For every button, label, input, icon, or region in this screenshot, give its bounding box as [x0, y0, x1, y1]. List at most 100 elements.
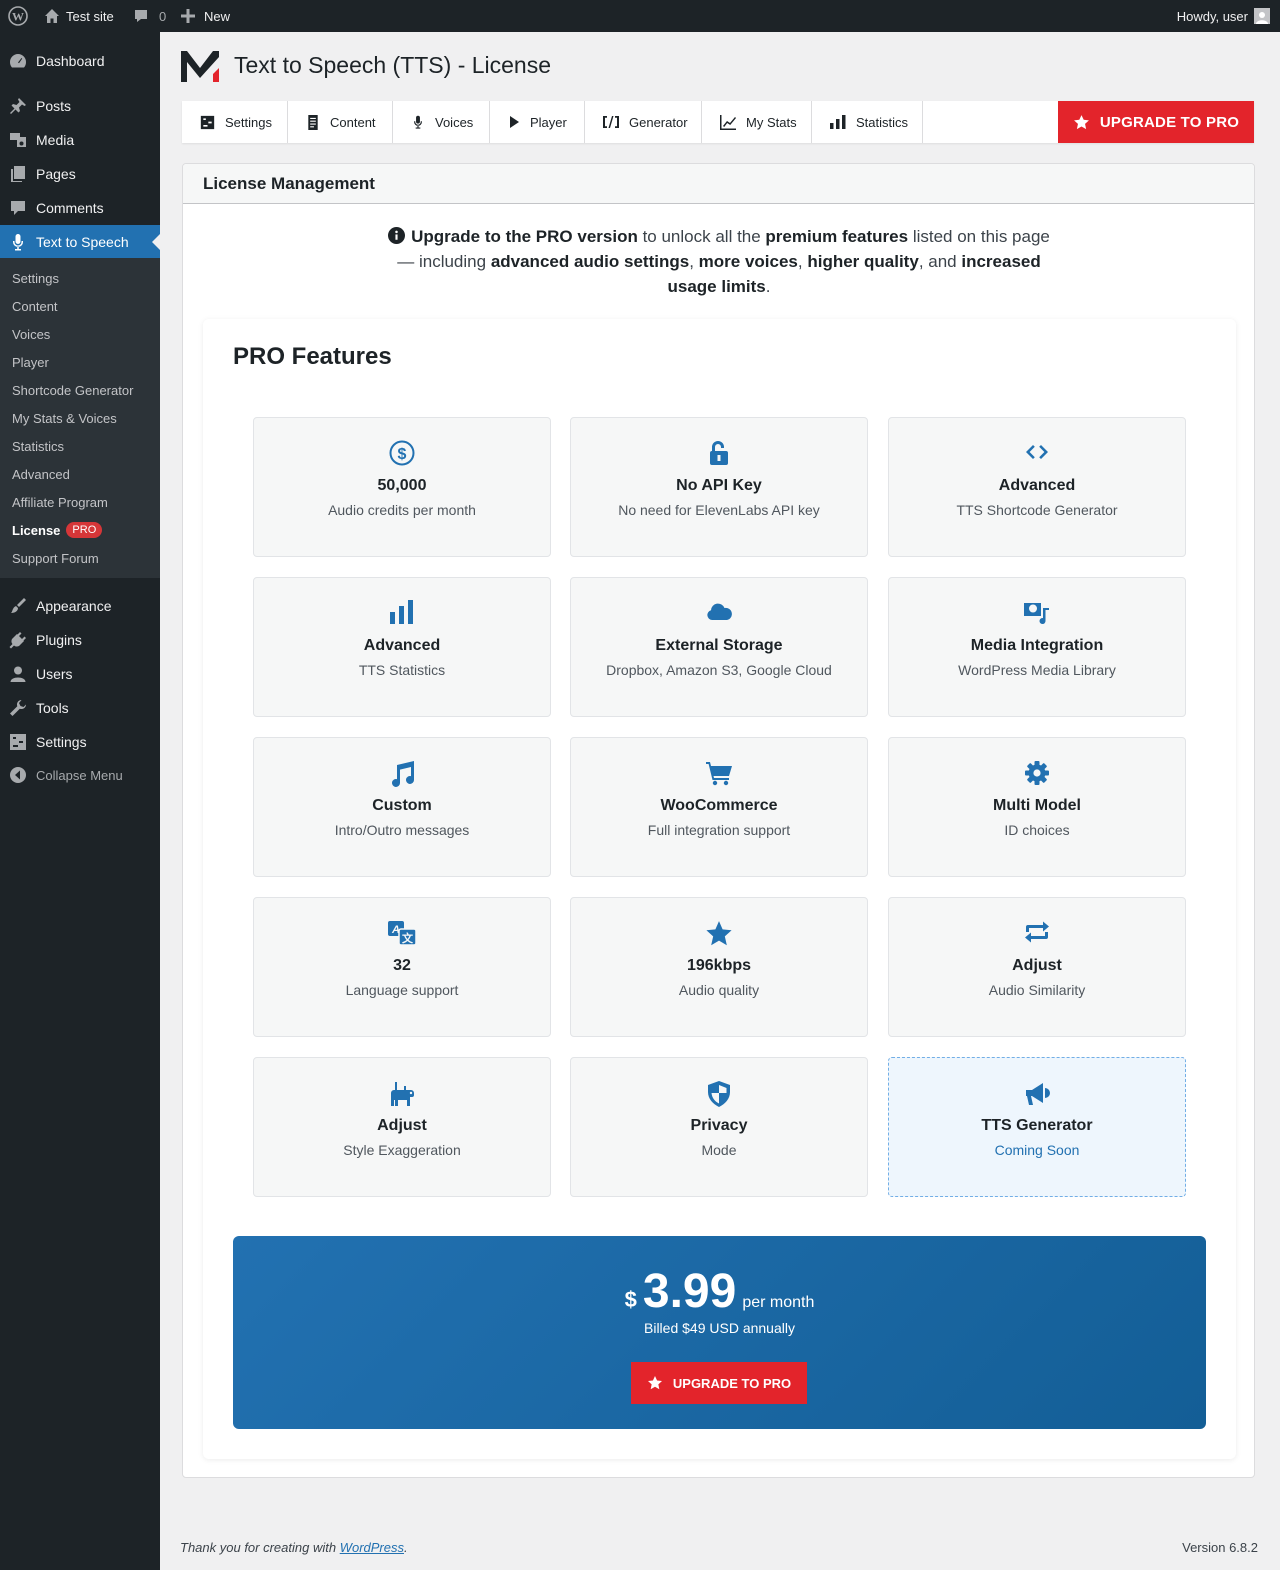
sidebar-item-plugins[interactable]: Plugins [0, 623, 160, 657]
sidebar-item-users[interactable]: Users [0, 657, 160, 691]
sidebar-item-label: Plugins [36, 632, 82, 648]
feature-title: Media Integration [970, 637, 1104, 654]
submenu-license[interactable]: License PRO [12, 520, 103, 540]
microphone-icon [13, 234, 23, 251]
submenu-content[interactable]: Content [12, 296, 58, 316]
tab-content[interactable]: Content [288, 101, 393, 143]
feature-card: Advanced TTS Shortcode Generator [888, 417, 1186, 557]
wordpress-link[interactable]: WordPress [340, 1540, 404, 1555]
translate-icon: A文 [388, 921, 417, 946]
submenu-shortcode-generator[interactable]: Shortcode Generator [12, 380, 133, 400]
feature-subtitle: Dropbox, Amazon S3, Google Cloud [606, 662, 832, 678]
submenu-support-forum[interactable]: Support Forum [12, 548, 99, 568]
feature-title: 32 [393, 957, 411, 974]
notice-text: . [765, 277, 771, 296]
tab-generator[interactable]: Generator [585, 101, 702, 143]
avatar [1254, 8, 1270, 24]
feature-title: Advanced [998, 477, 1076, 494]
submenu-player[interactable]: Player [12, 352, 49, 372]
feature-card: Advanced TTS Statistics [253, 577, 551, 717]
submenu-affiliate-program[interactable]: Affiliate Program [12, 492, 108, 512]
admin-bar: W Test site 0 New Howdy, user [0, 0, 1280, 32]
new-label: New [204, 8, 231, 24]
sidebar-item-label: Settings [36, 734, 87, 750]
gear-icon [1025, 761, 1049, 785]
feature-card: Media Integration WordPress Media Librar… [888, 577, 1186, 717]
comments-count: 0 [159, 8, 167, 24]
media-icon [1024, 603, 1049, 625]
tab-player[interactable]: Player [490, 101, 585, 143]
plug-icon [9, 632, 26, 649]
sidebar-item-dashboard[interactable]: Dashboard [0, 44, 160, 78]
feature-title: 50,000 [377, 477, 427, 494]
upgrade-label: UPGRADE TO PRO [1099, 113, 1240, 131]
feature-title: Advanced [363, 637, 441, 654]
upgrade-to-pro-button-bottom[interactable]: UPGRADE TO PRO [631, 1362, 807, 1404]
feature-subtitle: Full integration support [647, 822, 791, 838]
feature-card: Adjust Style Exaggeration [253, 1057, 551, 1197]
site-name-link[interactable]: Test site [44, 0, 114, 32]
footer-version: Version 6.8.2 [1182, 1540, 1258, 1555]
feature-card: Multi Model ID choices [888, 737, 1186, 877]
submenu-voices[interactable]: Voices [12, 324, 50, 344]
feature-subtitle: ID choices [1004, 822, 1070, 838]
music-icon [392, 761, 414, 787]
notice-bold: higher quality [807, 252, 919, 271]
shortcode-icon [603, 116, 619, 128]
collapse-menu-button[interactable]: Collapse Menu [0, 758, 160, 792]
price-amount: 3.99 [642, 1265, 737, 1318]
feature-card: External Storage Dropbox, Amazon S3, Goo… [570, 577, 868, 717]
sidebar-item-media[interactable]: Media [0, 123, 160, 157]
submenu-license-label: License [12, 522, 61, 538]
wrench-icon [10, 699, 27, 716]
submenu-settings[interactable]: Settings [12, 268, 59, 288]
play-icon [510, 116, 519, 128]
microphone-icon [414, 115, 422, 129]
submenu-my-stats-voices[interactable]: My Stats & Voices [12, 408, 117, 428]
pro-features-title: PRO Features [233, 343, 392, 370]
feature-card: A文 32 Language support [253, 897, 551, 1037]
wordpress-logo-icon[interactable]: W [8, 0, 28, 32]
notice-bold: premium features [765, 227, 909, 246]
feature-subtitle: Intro/Outro messages [334, 822, 470, 838]
sidebar-item-label: Tools [36, 700, 69, 716]
account-menu[interactable]: Howdy, user [1177, 0, 1270, 32]
submenu-advanced[interactable]: Advanced [12, 464, 70, 484]
sidebar-item-text-to-speech[interactable]: Text to Speech [0, 225, 160, 259]
sidebar-item-posts[interactable]: Posts [0, 89, 160, 123]
feature-subtitle: Coming Soon [994, 1142, 1080, 1158]
feature-title: Multi Model [993, 797, 1081, 814]
tab-label: Voices [435, 114, 474, 130]
sidebar-item-pages[interactable]: Pages [0, 157, 160, 191]
panel-heading: License Management [183, 164, 1254, 204]
price-period: per month [742, 1294, 815, 1311]
admin-sidebar: Dashboard Posts Media Pages Comments Tex… [0, 32, 160, 1570]
notice-bold: Upgrade to the PRO version [411, 227, 638, 246]
unlock-icon [710, 441, 728, 465]
tab-statistics[interactable]: Statistics [812, 101, 923, 143]
tts-submenu: Settings Content Voices Player Shortcode… [0, 258, 160, 578]
upgrade-to-pro-button[interactable]: UPGRADE TO PRO [1058, 101, 1254, 143]
pro-badge: PRO [66, 522, 103, 538]
feature-card: 196kbps Audio quality [570, 897, 868, 1037]
feature-subtitle: Language support [345, 982, 459, 998]
tab-label: Generator [629, 114, 688, 130]
license-panel: License Management Upgrade to the PRO ve… [182, 163, 1255, 1478]
tab-settings[interactable]: Settings [182, 101, 288, 143]
sidebar-item-tools[interactable]: Tools [0, 691, 160, 725]
animal-icon [391, 1082, 414, 1106]
sidebar-item-comments[interactable]: Comments [0, 191, 160, 225]
feature-subtitle: No need for ElevenLabs API key [618, 502, 820, 518]
sidebar-item-appearance[interactable]: Appearance [0, 589, 160, 623]
media-icon [10, 133, 26, 147]
sidebar-item-label: Users [36, 666, 73, 682]
comments-link[interactable]: 0 [133, 0, 166, 32]
feature-card-coming-soon: TTS Generator Coming Soon [888, 1057, 1186, 1197]
new-content-link[interactable]: New [181, 0, 230, 32]
sidebar-item-settings[interactable]: Settings [0, 725, 160, 759]
submenu-statistics[interactable]: Statistics [12, 436, 64, 456]
footer-thanks: Thank you for creating with [180, 1540, 340, 1555]
cart-icon [706, 762, 732, 786]
tab-my-stats[interactable]: My Stats [702, 101, 812, 143]
tab-voices[interactable]: Voices [393, 101, 490, 143]
